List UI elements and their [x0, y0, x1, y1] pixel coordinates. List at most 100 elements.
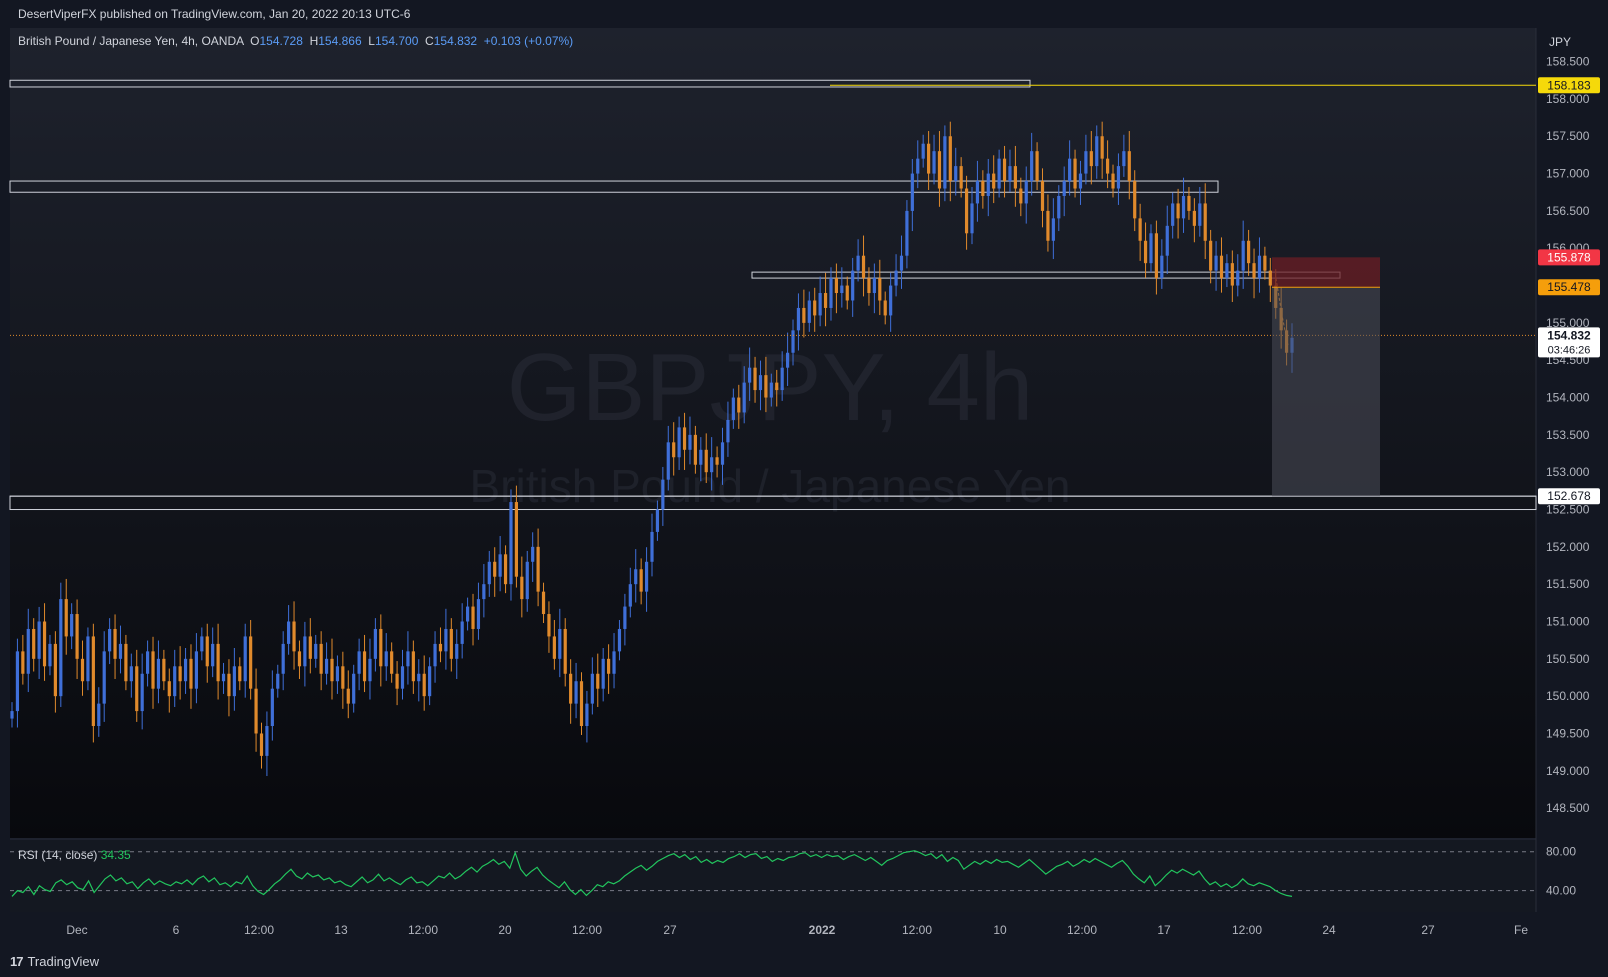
candle-body — [563, 628, 567, 674]
candle-body — [1030, 151, 1034, 182]
x-tick-label: 6 — [173, 923, 180, 937]
y-tick-label: 158.000 — [1546, 92, 1590, 106]
candle-body — [916, 158, 920, 174]
candle-body — [628, 584, 632, 607]
candle-body — [672, 442, 676, 458]
candle-body — [1046, 210, 1050, 241]
price-axis[interactable]: 148.500 149.000 149.500 150.000 150.500 151.0… — [1546, 55, 1590, 816]
candle-body — [1219, 255, 1224, 279]
candle-body — [1187, 195, 1191, 211]
tradingview-logo-icon: 17 — [10, 954, 24, 969]
candle-body — [596, 673, 600, 689]
candle-body — [1008, 166, 1012, 182]
candle-body — [948, 136, 952, 182]
candle-body — [1268, 270, 1272, 286]
candle-body — [216, 643, 220, 682]
bottom-bar — [0, 948, 1608, 977]
candle-body — [406, 651, 410, 667]
candle-body — [1073, 158, 1077, 189]
y-tick-label: 152.000 — [1546, 540, 1590, 554]
y-tick-label: 150.500 — [1546, 652, 1590, 666]
candle-body — [287, 621, 291, 644]
candle-body — [91, 636, 95, 727]
stop-loss-zone — [1272, 257, 1380, 288]
candle-body — [688, 434, 692, 450]
x-tick-label: 13 — [334, 923, 348, 937]
candle-body — [574, 681, 578, 704]
candle-body — [433, 643, 437, 667]
candle-body — [476, 599, 481, 629]
candle-body — [981, 181, 985, 196]
candle-body — [840, 285, 844, 294]
candle-body — [444, 628, 448, 652]
candle-body — [552, 636, 556, 659]
y-tick-label: 149.000 — [1546, 764, 1590, 778]
candle-body — [465, 606, 470, 622]
candle-body — [959, 166, 963, 189]
candle-body — [102, 651, 106, 704]
y-tick-label: 157.500 — [1546, 129, 1590, 143]
candle-body — [113, 628, 117, 659]
candle-body — [834, 278, 839, 294]
candle-body — [764, 375, 768, 398]
candle-body — [607, 658, 611, 674]
candle-body — [308, 636, 312, 659]
rsi-level-label: 40.00 — [1546, 884, 1576, 898]
candle-body — [769, 382, 773, 398]
candle-body — [818, 293, 822, 316]
candle-body — [1089, 151, 1093, 167]
candle-body — [1209, 240, 1213, 271]
candle-body — [693, 434, 697, 465]
candle-body — [525, 561, 529, 600]
candle-body — [905, 210, 909, 256]
candle-body — [232, 666, 236, 697]
y-tick-label: 151.000 — [1546, 615, 1590, 629]
candle-body — [70, 614, 74, 637]
candle-body — [1133, 181, 1137, 219]
candle-body — [780, 367, 784, 391]
candle-body — [341, 666, 345, 689]
candle-body — [15, 651, 20, 712]
candle-body — [867, 278, 871, 294]
candle-body — [1241, 240, 1245, 271]
candle-body — [1230, 263, 1234, 286]
candle-body — [954, 166, 958, 182]
time-axis[interactable]: Dec 6 12:00 13 12:00 20 12:00 27 2022 12:00 10 12:0… — [66, 923, 1528, 937]
candle-body — [265, 726, 269, 756]
candle-body — [362, 651, 367, 682]
candle-body — [75, 614, 79, 659]
price-label-text: 155.478 — [1547, 280, 1591, 294]
candle-body — [612, 651, 616, 674]
candle-body — [64, 599, 68, 637]
price-chart[interactable]: GBPJPY, 4h British Pound / Japanese Yen … — [0, 0, 1608, 977]
candle-body — [813, 300, 817, 316]
candle-body — [704, 449, 708, 473]
candle-body — [1002, 158, 1007, 182]
candle-body — [1247, 240, 1251, 264]
candle-body — [558, 628, 562, 659]
candle-body — [785, 352, 790, 368]
candle-body — [438, 643, 443, 652]
candle-body — [455, 643, 459, 659]
candle-body — [211, 643, 215, 667]
candle-body — [97, 703, 101, 727]
tradingview-brand[interactable]: 17 TradingView — [10, 954, 99, 969]
take-profit-zone — [1272, 287, 1380, 497]
candle-body — [243, 636, 247, 682]
candle-body — [823, 293, 828, 308]
candle-body — [487, 561, 491, 585]
candle-body — [145, 651, 150, 674]
candle-body — [937, 151, 942, 189]
candle-body — [1095, 136, 1099, 167]
candle-body — [1236, 270, 1240, 286]
candle-body — [352, 673, 356, 704]
watermark-name: British Pound / Japanese Yen — [469, 460, 1070, 512]
candle-body — [758, 375, 763, 391]
candle-body — [943, 136, 947, 189]
rsi-legend: RSI (14, close) 34.35 — [18, 848, 131, 862]
candle-body — [1214, 255, 1218, 271]
candle-body — [1154, 233, 1159, 279]
rsi-value: 34.35 — [100, 848, 131, 862]
candle-body — [964, 188, 969, 234]
candle-body — [227, 673, 231, 697]
